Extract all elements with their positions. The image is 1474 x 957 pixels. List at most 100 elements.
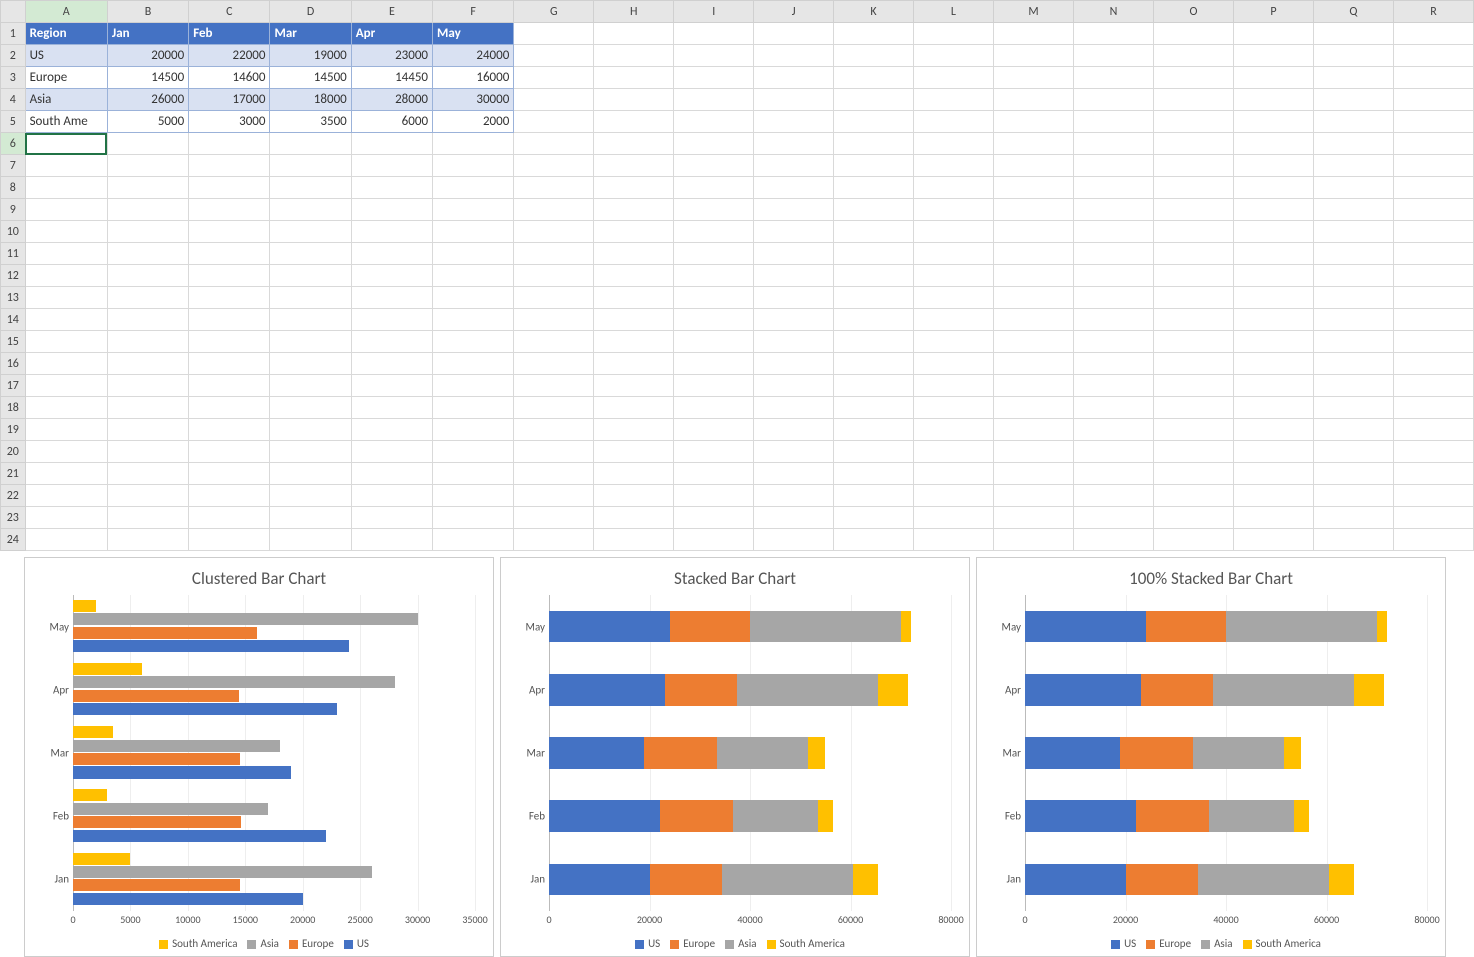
cell-C17[interactable] [189, 375, 270, 397]
cell-F8[interactable] [433, 177, 514, 199]
cell-H6[interactable] [594, 133, 674, 155]
cell-Q7[interactable] [1313, 155, 1393, 177]
cell-P5[interactable] [1233, 111, 1313, 133]
cell-D17[interactable] [270, 375, 351, 397]
cell-L10[interactable] [914, 221, 994, 243]
cell-M1[interactable] [993, 23, 1073, 45]
cell-Q10[interactable] [1313, 221, 1393, 243]
cell-M4[interactable] [993, 89, 1073, 111]
cell-I18[interactable] [674, 397, 754, 419]
cell-H12[interactable] [594, 265, 674, 287]
cell-F5[interactable]: 2000 [433, 111, 514, 133]
cell-A19[interactable] [25, 419, 107, 441]
cell-N2[interactable] [1074, 45, 1154, 67]
row-header-6[interactable]: 6 [1, 133, 26, 155]
cell-R21[interactable] [1393, 463, 1473, 485]
cell-F3[interactable]: 16000 [433, 67, 514, 89]
cell-C11[interactable] [189, 243, 270, 265]
cell-L8[interactable] [914, 177, 994, 199]
cell-R17[interactable] [1393, 375, 1473, 397]
cell-B16[interactable] [107, 353, 188, 375]
row-header-12[interactable]: 12 [1, 265, 26, 287]
cell-D12[interactable] [270, 265, 351, 287]
cell-R12[interactable] [1393, 265, 1473, 287]
cell-N19[interactable] [1074, 419, 1154, 441]
cell-P23[interactable] [1233, 507, 1313, 529]
cell-P6[interactable] [1233, 133, 1313, 155]
col-header-H[interactable]: H [594, 1, 674, 23]
cell-J23[interactable] [754, 507, 834, 529]
cell-E10[interactable] [351, 221, 432, 243]
cell-P16[interactable] [1233, 353, 1313, 375]
cell-J4[interactable] [754, 89, 834, 111]
cell-L11[interactable] [914, 243, 994, 265]
cell-M16[interactable] [993, 353, 1073, 375]
row-header-17[interactable]: 17 [1, 375, 26, 397]
cell-E2[interactable]: 23000 [351, 45, 432, 67]
cell-K1[interactable] [834, 23, 914, 45]
cell-E22[interactable] [351, 485, 432, 507]
cell-L24[interactable] [914, 529, 994, 551]
cell-O20[interactable] [1153, 441, 1233, 463]
cell-G11[interactable] [514, 243, 594, 265]
cell-B11[interactable] [107, 243, 188, 265]
cell-G16[interactable] [514, 353, 594, 375]
cell-M24[interactable] [993, 529, 1073, 551]
cell-G15[interactable] [514, 331, 594, 353]
cell-N23[interactable] [1074, 507, 1154, 529]
cell-G23[interactable] [514, 507, 594, 529]
cell-J20[interactable] [754, 441, 834, 463]
cell-H10[interactable] [594, 221, 674, 243]
cell-I2[interactable] [674, 45, 754, 67]
cell-R3[interactable] [1393, 67, 1473, 89]
cell-Q13[interactable] [1313, 287, 1393, 309]
cell-E19[interactable] [351, 419, 432, 441]
cell-M17[interactable] [993, 375, 1073, 397]
cell-Q18[interactable] [1313, 397, 1393, 419]
cell-O15[interactable] [1153, 331, 1233, 353]
cell-A24[interactable] [25, 529, 107, 551]
cell-E21[interactable] [351, 463, 432, 485]
cell-F11[interactable] [433, 243, 514, 265]
cell-F22[interactable] [433, 485, 514, 507]
cell-Q14[interactable] [1313, 309, 1393, 331]
cell-F18[interactable] [433, 397, 514, 419]
cell-Q1[interactable] [1313, 23, 1393, 45]
cell-R19[interactable] [1393, 419, 1473, 441]
cell-B20[interactable] [107, 441, 188, 463]
cell-Q21[interactable] [1313, 463, 1393, 485]
cell-L6[interactable] [914, 133, 994, 155]
col-header-G[interactable]: G [514, 1, 594, 23]
cell-K4[interactable] [834, 89, 914, 111]
cell-I15[interactable] [674, 331, 754, 353]
cell-Q16[interactable] [1313, 353, 1393, 375]
cell-P20[interactable] [1233, 441, 1313, 463]
cell-M7[interactable] [993, 155, 1073, 177]
cell-Q24[interactable] [1313, 529, 1393, 551]
cell-J17[interactable] [754, 375, 834, 397]
cell-G6[interactable] [514, 133, 594, 155]
cell-C21[interactable] [189, 463, 270, 485]
cell-D23[interactable] [270, 507, 351, 529]
cell-M11[interactable] [993, 243, 1073, 265]
col-header-A[interactable]: A [25, 1, 107, 23]
cell-E4[interactable]: 28000 [351, 89, 432, 111]
cell-F19[interactable] [433, 419, 514, 441]
cell-J15[interactable] [754, 331, 834, 353]
cell-R1[interactable] [1393, 23, 1473, 45]
cell-O17[interactable] [1153, 375, 1233, 397]
cell-I14[interactable] [674, 309, 754, 331]
cell-M13[interactable] [993, 287, 1073, 309]
cell-F20[interactable] [433, 441, 514, 463]
cell-D6[interactable] [270, 133, 351, 155]
cell-E17[interactable] [351, 375, 432, 397]
cell-J21[interactable] [754, 463, 834, 485]
cell-H7[interactable] [594, 155, 674, 177]
cell-K9[interactable] [834, 199, 914, 221]
cell-I4[interactable] [674, 89, 754, 111]
cell-H22[interactable] [594, 485, 674, 507]
cell-O14[interactable] [1153, 309, 1233, 331]
cell-C7[interactable] [189, 155, 270, 177]
cell-C20[interactable] [189, 441, 270, 463]
row-header-19[interactable]: 19 [1, 419, 26, 441]
